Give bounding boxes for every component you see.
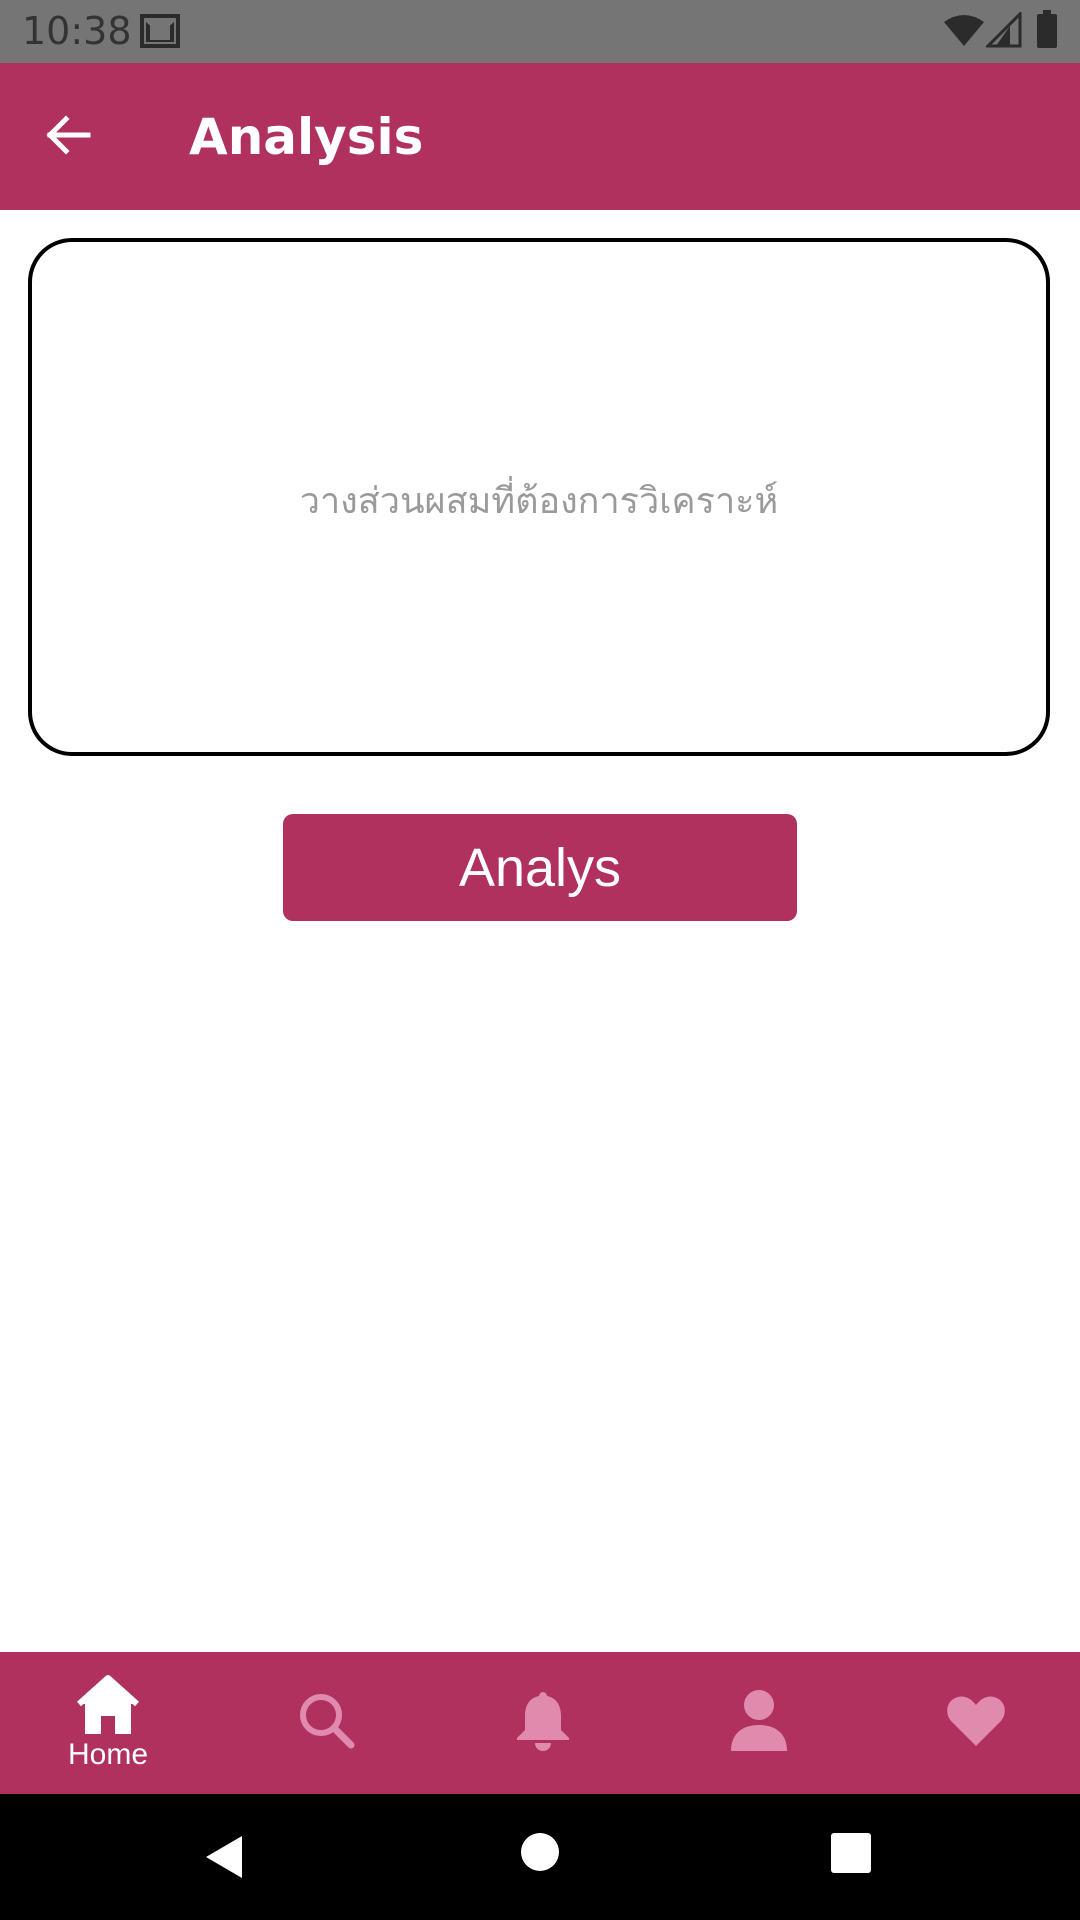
signal-icon xyxy=(984,10,1022,52)
battery-icon xyxy=(1036,10,1058,52)
bell-icon xyxy=(515,1690,571,1756)
home-icon xyxy=(75,1674,141,1740)
nav-item-favorites[interactable] xyxy=(868,1652,1080,1794)
person-icon xyxy=(729,1689,789,1757)
status-time: 10:38 xyxy=(22,9,132,53)
nav-item-profile[interactable] xyxy=(651,1652,867,1794)
search-icon xyxy=(297,1691,357,1755)
nav-item-home[interactable]: Home xyxy=(0,1652,216,1794)
system-navigation-bar xyxy=(0,1794,1080,1920)
heart-icon xyxy=(946,1694,1006,1752)
page-title: Analysis xyxy=(189,108,424,166)
back-triangle-icon[interactable] xyxy=(204,1834,244,1884)
ingredient-input-box xyxy=(28,238,1050,756)
analyze-button[interactable]: Analys xyxy=(283,814,797,921)
gmail-icon xyxy=(140,14,180,52)
nav-item-notifications[interactable] xyxy=(435,1652,651,1794)
app-bar: Analysis xyxy=(0,63,1080,210)
bottom-navigation: Home xyxy=(0,1652,1080,1794)
recents-square-icon[interactable] xyxy=(830,1832,872,1878)
wifi-icon xyxy=(944,14,984,52)
home-circle-icon[interactable] xyxy=(520,1832,560,1876)
nav-item-search[interactable] xyxy=(219,1652,435,1794)
back-button[interactable] xyxy=(36,105,100,169)
arrow-left-icon xyxy=(44,113,92,161)
status-bar: 10:38 xyxy=(0,0,1080,63)
nav-label-home: Home xyxy=(67,1738,149,1771)
ingredient-input[interactable] xyxy=(32,242,1046,752)
